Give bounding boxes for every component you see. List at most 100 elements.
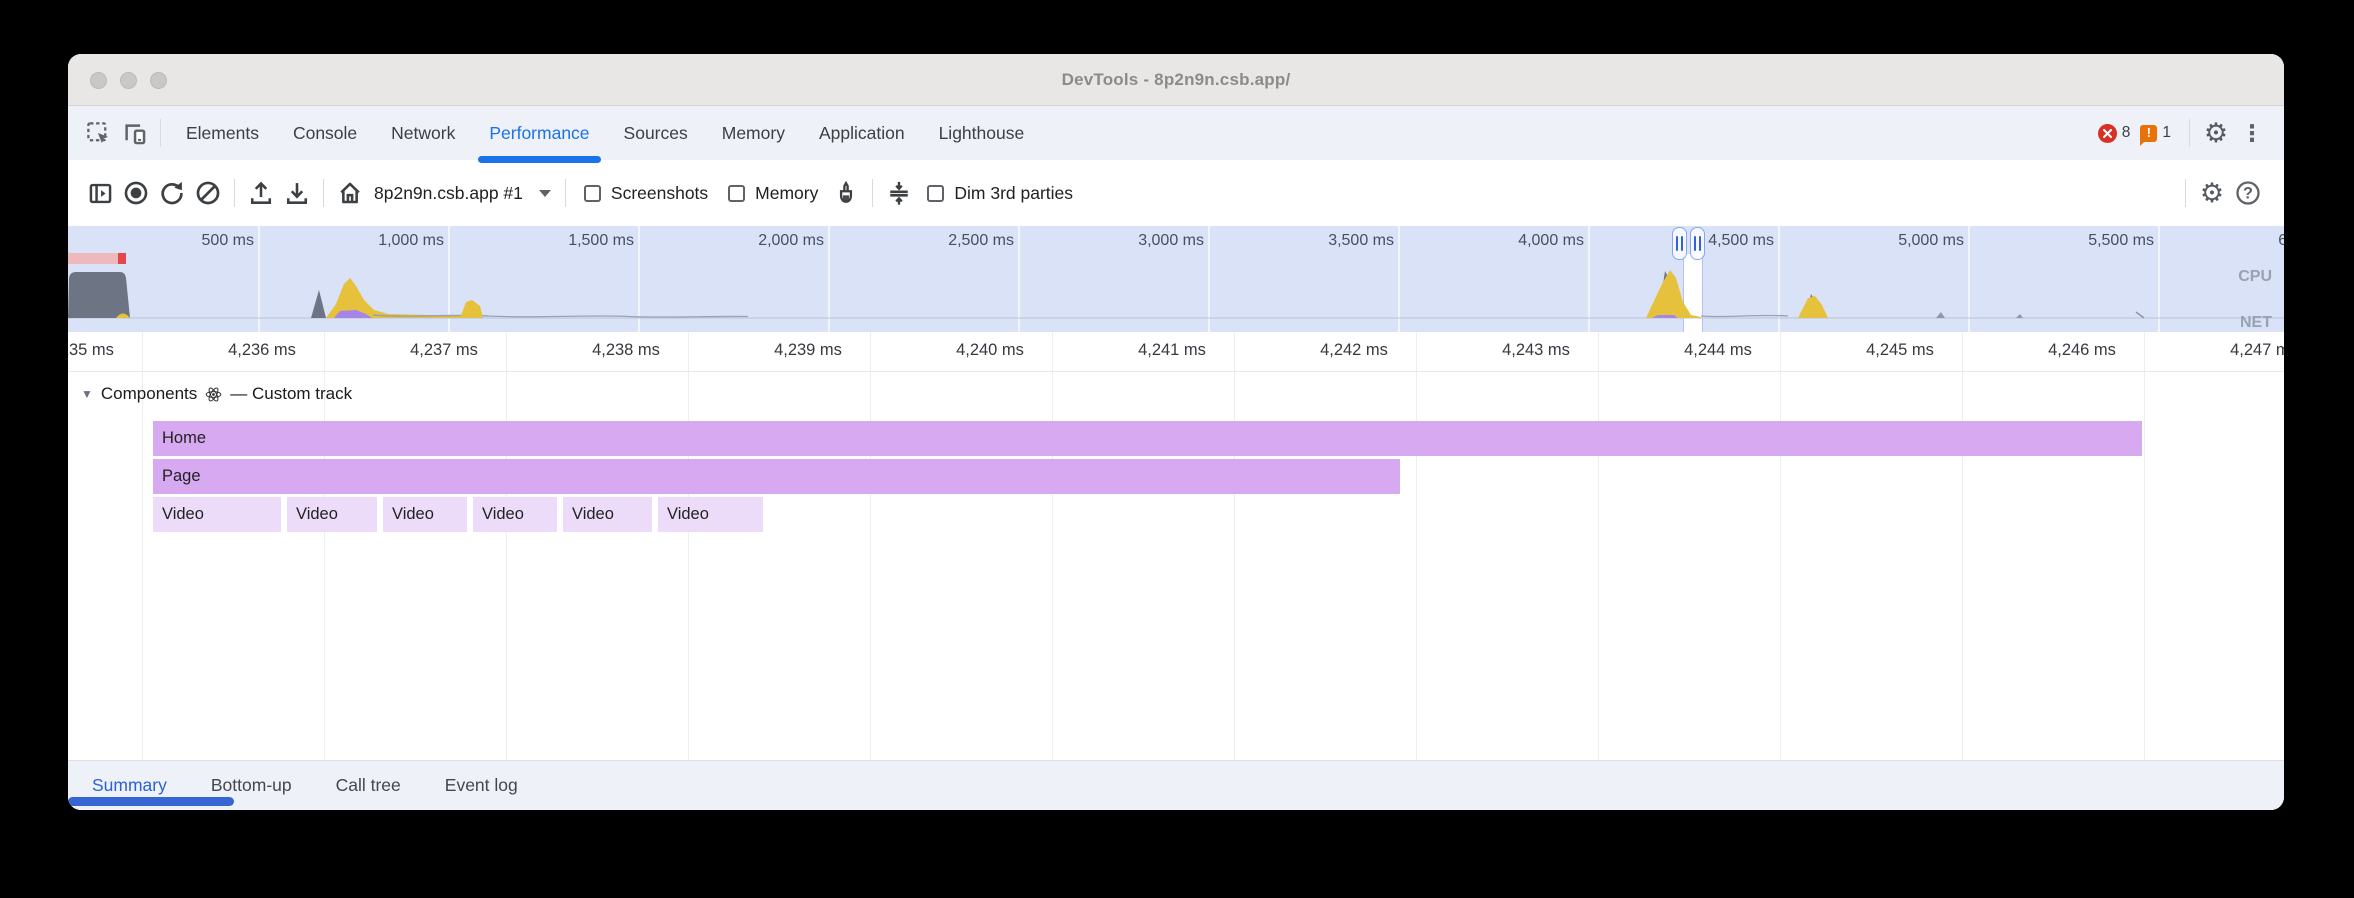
record-button[interactable] — [118, 175, 154, 211]
panel-left-icon — [87, 180, 114, 207]
ruler-tick-label: 4,235 ms — [68, 341, 160, 360]
tab-network[interactable]: Network — [374, 106, 472, 160]
gridline — [1780, 332, 1781, 371]
selection-handle-left[interactable] — [1672, 227, 1687, 260]
devtools-window: DevTools - 8p2n9n.csb.app/ ElementsConso… — [68, 54, 2284, 810]
ruler-tick-label: 4,244 ms — [1638, 341, 1798, 360]
gridline — [1416, 332, 1417, 371]
flame-bar-video[interactable]: Video — [383, 497, 467, 532]
selection-handle-right[interactable] — [1690, 227, 1705, 260]
ruler-tick-label: 4,238 ms — [546, 341, 706, 360]
performance-toolbar: 8p2n9n.csb.app #1 Screenshots Memory — [68, 160, 2284, 226]
tab-application[interactable]: Application — [802, 106, 922, 160]
home-button[interactable] — [332, 175, 368, 211]
gridline — [142, 372, 143, 760]
zoom-window-button[interactable] — [150, 72, 167, 89]
more-options-button[interactable]: ⋮ — [2234, 115, 2270, 151]
gridline — [1052, 332, 1053, 371]
chevron-down-icon[interactable] — [539, 190, 551, 197]
kebab-menu-icon: ⋮ — [2241, 122, 2264, 145]
error-badge-icon[interactable] — [2098, 124, 2117, 143]
cpu-track-label: CPU — [2238, 268, 2272, 286]
screenshots-toggle[interactable]: Screenshots — [584, 183, 708, 204]
error-count[interactable]: 8 — [2122, 124, 2131, 142]
flame-bar-home[interactable]: Home — [153, 421, 2142, 456]
screenshots-checkbox[interactable] — [584, 185, 601, 202]
gridline — [1234, 332, 1235, 371]
bottom-tab-summary[interactable]: Summary — [68, 775, 189, 796]
timeline-ruler[interactable]: 4,235 ms4,236 ms4,237 ms4,238 ms4,239 ms… — [68, 332, 2284, 372]
track-name: Components — [101, 384, 197, 404]
device-toolbar-button[interactable] — [116, 115, 152, 151]
dim-third-parties-checkbox[interactable] — [927, 185, 944, 202]
traffic-lights — [90, 72, 167, 89]
flame-bar-video[interactable]: Video — [473, 497, 557, 532]
titlebar: DevTools - 8p2n9n.csb.app/ — [68, 54, 2284, 106]
target-selector[interactable]: 8p2n9n.csb.app #1 — [374, 183, 523, 204]
gridline — [1598, 332, 1599, 371]
brush-icon — [832, 179, 860, 207]
capture-settings-button[interactable]: ⚙ — [2194, 175, 2230, 211]
memory-toggle[interactable]: Memory — [728, 183, 818, 204]
track-header[interactable]: ▼ Components — Custom track — [81, 384, 352, 404]
divider — [234, 179, 235, 207]
ruler-tick-label: 4,246 ms — [2002, 341, 2162, 360]
ruler-tick-label: 4,240 ms — [910, 341, 1070, 360]
reload-icon — [158, 179, 186, 207]
gridline — [870, 332, 871, 371]
settings-button[interactable]: ⚙ — [2198, 115, 2234, 151]
flame-bar-video[interactable]: Video — [658, 497, 763, 532]
flame-bar-video[interactable]: Video — [153, 497, 281, 532]
ruler-tick-label: 4,241 ms — [1092, 341, 1252, 360]
track-suffix: — Custom track — [230, 384, 352, 404]
flame-bar-video[interactable]: Video — [287, 497, 377, 532]
tab-memory[interactable]: Memory — [705, 106, 802, 160]
tabbar-right: 8 ! 1 ⚙ ⋮ — [2098, 115, 2284, 151]
ruler-tick-label: 4,242 ms — [1274, 341, 1434, 360]
collapse-arrow-icon[interactable]: ▼ — [81, 387, 93, 401]
toggle-sidebar-button[interactable] — [82, 175, 118, 211]
ruler-tick-label: 4,243 ms — [1456, 341, 1616, 360]
inspect-element-button[interactable] — [80, 115, 116, 151]
gridline — [2144, 332, 2145, 371]
gridline — [1962, 332, 1963, 371]
tab-performance[interactable]: Performance — [472, 106, 606, 160]
flame-bar-page[interactable]: Page — [153, 459, 1400, 494]
inspect-cursor-icon — [85, 120, 112, 147]
close-window-button[interactable] — [90, 72, 107, 89]
bottom-tab-event-log[interactable]: Event log — [423, 775, 540, 796]
gridline — [324, 332, 325, 371]
collect-garbage-button[interactable] — [828, 175, 864, 211]
bottom-tab-call-tree[interactable]: Call tree — [314, 775, 423, 796]
gear-icon: ⚙ — [2204, 120, 2228, 147]
load-profile-button[interactable] — [243, 175, 279, 211]
flamechart-area[interactable]: ▼ Components — Custom track HomePageVide… — [68, 372, 2284, 760]
home-icon — [336, 179, 364, 207]
tab-console[interactable]: Console — [276, 106, 374, 160]
tab-elements[interactable]: Elements — [169, 106, 276, 160]
divider — [2189, 119, 2190, 147]
overview-strip[interactable]: 500 ms1,000 ms1,500 ms2,000 ms2,500 ms3,… — [68, 226, 2284, 332]
dim-third-parties-toggle[interactable]: Dim 3rd parties — [927, 183, 1073, 204]
bottom-tab-bottom-up[interactable]: Bottom-up — [189, 775, 314, 796]
clear-recording-button[interactable] — [190, 175, 226, 211]
ruler-tick-label: 4,247 ms — [2184, 341, 2284, 360]
warning-badge-icon[interactable]: ! — [2140, 125, 2157, 142]
record-and-reload-button[interactable] — [154, 175, 190, 211]
warning-count[interactable]: 1 — [2162, 124, 2171, 142]
gridline — [2144, 372, 2145, 760]
ruler-tick-label: 4,245 ms — [1820, 341, 1980, 360]
collapse-flame-button[interactable] — [881, 175, 917, 211]
tab-sources[interactable]: Sources — [607, 106, 705, 160]
minimize-window-button[interactable] — [120, 72, 137, 89]
help-button[interactable]: ? — [2230, 175, 2266, 211]
memory-checkbox[interactable] — [728, 185, 745, 202]
ruler-tick-label: 4,237 ms — [364, 341, 524, 360]
save-profile-button[interactable] — [279, 175, 315, 211]
clear-icon — [194, 179, 222, 207]
gridline — [142, 332, 143, 371]
flame-bar-video[interactable]: Video — [563, 497, 652, 532]
tab-lighthouse[interactable]: Lighthouse — [922, 106, 1042, 160]
dim-third-parties-label: Dim 3rd parties — [954, 183, 1073, 204]
divider — [2185, 179, 2186, 207]
